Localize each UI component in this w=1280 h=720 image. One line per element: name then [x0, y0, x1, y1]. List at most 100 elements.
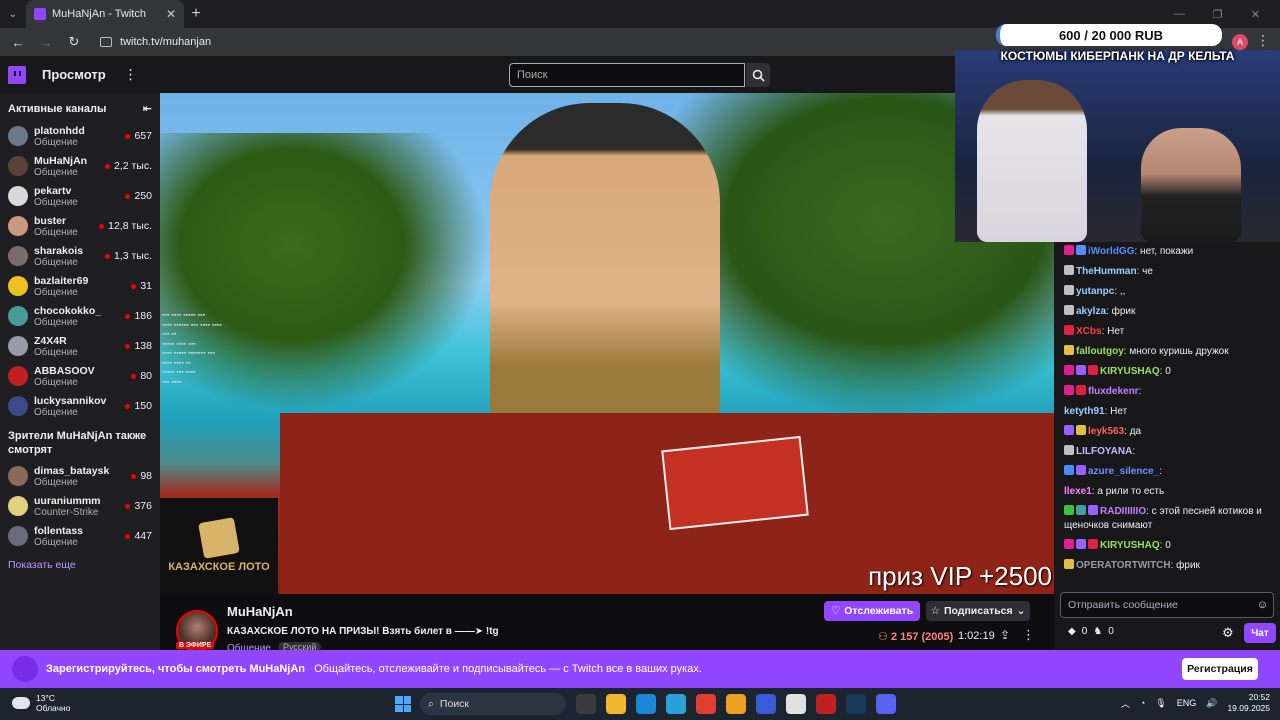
- tray-chevron-icon[interactable]: ︿: [1121, 697, 1130, 710]
- chat-username[interactable]: fluxdekenr: [1088, 386, 1139, 397]
- chat-badge-icon[interactable]: [1064, 285, 1074, 295]
- chat-username[interactable]: XCbs: [1076, 326, 1102, 337]
- taskbar-search[interactable]: ⌕ Поиск: [420, 693, 566, 715]
- sidebar-channel-5[interactable]: bazlaiter69 Общение 31: [0, 271, 160, 301]
- chat-username[interactable]: llexe1: [1064, 486, 1092, 497]
- site-info-icon[interactable]: [100, 37, 112, 47]
- sidebar-channel-9[interactable]: luckysannikov Общение 150: [0, 391, 160, 421]
- tab-search-icon[interactable]: ⌄: [0, 0, 26, 28]
- channel-points[interactable]: ◆ 0 ♞ 0: [1068, 626, 1114, 637]
- chat-input[interactable]: Отправить сообщение: [1060, 592, 1274, 618]
- sidebar-channel-7[interactable]: Z4X4R Общение 138: [0, 331, 160, 361]
- tab-close-icon[interactable]: ✕: [166, 7, 176, 21]
- chat-badge-icon[interactable]: [1088, 505, 1098, 515]
- chat-badge-icon[interactable]: [1064, 385, 1074, 395]
- edge-icon[interactable]: [636, 694, 656, 714]
- app-icon-6[interactable]: [726, 694, 746, 714]
- chat-badge-icon[interactable]: [1064, 345, 1074, 355]
- microphone-icon[interactable]: 🎙: [1155, 698, 1166, 709]
- chat-badge-icon[interactable]: [1064, 425, 1074, 435]
- chrome-icon[interactable]: [696, 694, 716, 714]
- back-icon[interactable]: ←: [6, 30, 30, 54]
- chat-badge-icon[interactable]: [1076, 505, 1086, 515]
- windows-start-icon[interactable]: [395, 696, 411, 712]
- chat-username[interactable]: KIRYUSHAQ: [1100, 366, 1160, 377]
- sidebar-channel-6[interactable]: chocokokko_ Общение 186: [0, 301, 160, 331]
- chat-username[interactable]: KIRYUSHAQ: [1100, 540, 1160, 551]
- chat-username[interactable]: iWorldGG: [1088, 246, 1134, 257]
- chat-badge-icon[interactable]: [1088, 539, 1098, 549]
- chat-badge-icon[interactable]: [1064, 559, 1074, 569]
- close-window-icon[interactable]: ✕: [1251, 8, 1260, 21]
- search-button[interactable]: [746, 63, 770, 87]
- streamer-name[interactable]: MuHaNjAn: [227, 604, 293, 619]
- chat-settings-icon[interactable]: ⚙: [1222, 625, 1234, 641]
- new-tab-icon[interactable]: +: [184, 5, 208, 23]
- collapse-sidebar-icon[interactable]: ⇤: [143, 102, 152, 115]
- subscribe-button[interactable]: ☆ Подписаться ⌄: [926, 601, 1030, 621]
- network-icon[interactable]: ◔: [1140, 698, 1145, 708]
- twitch-logo-icon[interactable]: [8, 65, 26, 84]
- sidebar-channel-0[interactable]: dimas_bataysk Общение 98: [0, 461, 160, 491]
- sidebar-channel-4[interactable]: sharakois Общение 1,3 тыс.: [0, 241, 160, 271]
- task-view-icon[interactable]: [576, 694, 596, 714]
- chat-username[interactable]: azure_silence_: [1088, 466, 1159, 477]
- chat-username[interactable]: OPERATORTWITCH: [1076, 560, 1171, 571]
- chat-username[interactable]: TheHumman: [1076, 266, 1137, 277]
- chat-badge-icon[interactable]: [1064, 365, 1074, 375]
- sidebar-channel-1[interactable]: MuHaNjAn Общение 2,2 тыс.: [0, 151, 160, 181]
- chat-badge-icon[interactable]: [1076, 245, 1086, 255]
- chat-username[interactable]: LILFOYANA: [1076, 446, 1132, 457]
- forward-icon[interactable]: →: [34, 30, 58, 54]
- browse-link[interactable]: Просмотр: [42, 67, 106, 82]
- chat-badge-icon[interactable]: [1076, 539, 1086, 549]
- browser-menu-icon[interactable]: ⋮: [1256, 32, 1270, 49]
- maximize-icon[interactable]: ❐: [1213, 8, 1223, 21]
- chat-username[interactable]: yutanpc: [1076, 286, 1114, 297]
- chat-badge-icon[interactable]: [1064, 305, 1074, 315]
- chat-badge-icon[interactable]: [1064, 265, 1074, 275]
- chat-username[interactable]: RADIIIIIIO: [1100, 506, 1146, 517]
- volume-icon[interactable]: 🔊: [1206, 698, 1217, 709]
- app-icon-9[interactable]: [816, 694, 836, 714]
- browser-tab[interactable]: MuHaNjAn - Twitch ✕: [26, 0, 184, 28]
- language-indicator[interactable]: ENG: [1177, 698, 1197, 708]
- chat-badge-icon[interactable]: [1076, 385, 1086, 395]
- show-more-link[interactable]: Показать еще: [0, 551, 160, 579]
- steam-icon[interactable]: [846, 694, 866, 714]
- chat-badge-icon[interactable]: [1064, 445, 1074, 455]
- more-options-icon[interactable]: ⋮: [1022, 627, 1035, 643]
- discord-icon[interactable]: [876, 694, 896, 714]
- chat-badge-icon[interactable]: [1064, 465, 1074, 475]
- clock[interactable]: 20:52 19.09.2025: [1227, 692, 1270, 714]
- app-icon-7[interactable]: [756, 694, 776, 714]
- chat-username[interactable]: leyk563: [1088, 426, 1124, 437]
- register-button[interactable]: Регистрация: [1182, 658, 1258, 680]
- chat-badge-icon[interactable]: [1064, 505, 1074, 515]
- profile-avatar[interactable]: A: [1232, 34, 1248, 50]
- chat-username[interactable]: ketyth91: [1064, 406, 1105, 417]
- sidebar-channel-0[interactable]: platonhdd Общение 657: [0, 121, 160, 151]
- sidebar-channel-8[interactable]: ABBASOOV Общение 80: [0, 361, 160, 391]
- chat-badge-icon[interactable]: [1064, 325, 1074, 335]
- chat-badge-icon[interactable]: [1076, 425, 1086, 435]
- chat-badge-icon[interactable]: [1076, 365, 1086, 375]
- sidebar-channel-2[interactable]: pekartv Общение 250: [0, 181, 160, 211]
- emote-picker-icon[interactable]: ☺: [1257, 599, 1268, 611]
- chat-badge-icon[interactable]: [1064, 245, 1074, 255]
- video-player[interactable]: ▪▪▪ ▪▪▪▪ ▪▪▪▪▪ ▪▪▪ ▪▪▪▪ ▪▪▪▪▪▪ ▪▪▪ ▪▪▪▪ ▪…: [160, 93, 1054, 594]
- more-menu-icon[interactable]: ⋮: [124, 66, 138, 83]
- sidebar-channel-3[interactable]: buster Общение 12,8 тыс.: [0, 211, 160, 241]
- reload-icon[interactable]: ↻: [62, 30, 86, 54]
- follow-button[interactable]: ♡ Отслеживать: [824, 601, 920, 621]
- app-icon-8[interactable]: [786, 694, 806, 714]
- url-field[interactable]: twitch.tv/muhanjan: [90, 31, 990, 53]
- search-input[interactable]: Поиск: [509, 63, 745, 87]
- chat-username[interactable]: akylza: [1076, 306, 1106, 317]
- chat-badge-icon[interactable]: [1076, 465, 1086, 475]
- weather-widget[interactable]: 13°C Облачно: [12, 693, 70, 713]
- telegram-icon[interactable]: [666, 694, 686, 714]
- share-icon[interactable]: ⇪: [1000, 628, 1010, 642]
- chat-badge-icon[interactable]: [1088, 365, 1098, 375]
- file-explorer-icon[interactable]: [606, 694, 626, 714]
